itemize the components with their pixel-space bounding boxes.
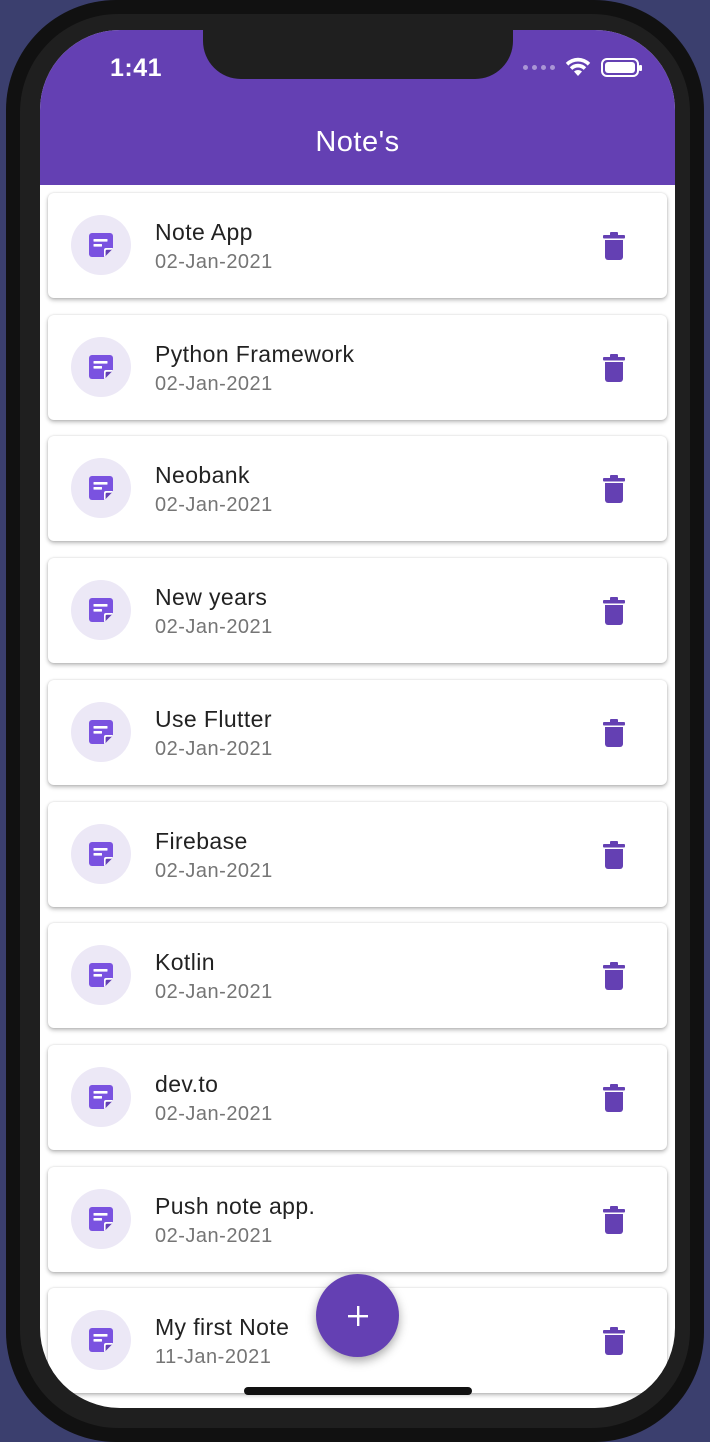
trash-icon <box>603 232 625 260</box>
sticky-note-icon <box>89 233 113 257</box>
sticky-note-icon <box>89 1084 113 1109</box>
note-date: 02-Jan-2021 <box>155 616 273 639</box>
note-card[interactable]: Use Flutter 02-Jan-2021 <box>48 679 667 785</box>
note-date: 02-Jan-2021 <box>155 494 273 517</box>
note-card[interactable]: Firebase 02-Jan-2021 <box>48 801 667 907</box>
status-icons <box>523 57 642 77</box>
note-title: dev.to <box>155 1070 219 1097</box>
sticky-note-icon <box>89 1328 113 1353</box>
note-title: Firebase <box>155 827 248 854</box>
note-title: Python Framework <box>155 340 355 367</box>
delete-button[interactable] <box>600 1326 628 1356</box>
sticky-note-icon <box>89 476 113 501</box>
note-title: My first Note <box>155 1314 290 1341</box>
note-title: New years <box>155 584 268 611</box>
trash-icon <box>603 475 625 504</box>
delete-button[interactable] <box>600 1205 628 1235</box>
note-card[interactable]: Push note app. 02-Jan-2021 <box>48 1166 667 1272</box>
delete-button[interactable] <box>600 231 628 261</box>
note-avatar <box>71 1188 131 1249</box>
note-date: 02-Jan-2021 <box>155 981 273 1004</box>
delete-button[interactable] <box>600 353 628 383</box>
sticky-note-icon <box>89 963 113 988</box>
delete-button[interactable] <box>600 596 628 626</box>
note-date: 11-Jan-2021 <box>155 1346 272 1369</box>
note-card[interactable]: New years 02-Jan-2021 <box>48 558 667 664</box>
delete-button[interactable] <box>600 961 628 991</box>
note-avatar <box>71 1066 131 1127</box>
sticky-note-icon <box>89 598 113 623</box>
note-date: 02-Jan-2021 <box>155 1102 273 1125</box>
note-card[interactable]: dev.to 02-Jan-2021 <box>48 1044 667 1150</box>
sticky-note-icon <box>89 1206 113 1231</box>
note-date: 02-Jan-2021 <box>155 372 273 395</box>
trash-icon <box>603 1327 625 1356</box>
note-avatar <box>71 580 131 641</box>
home-indicator <box>244 1387 472 1395</box>
trash-icon <box>603 1083 625 1112</box>
delete-button[interactable] <box>600 474 628 504</box>
plus-icon <box>347 1305 368 1326</box>
note-avatar <box>71 458 131 519</box>
note-card[interactable]: Python Framework 02-Jan-2021 <box>48 314 667 420</box>
note-avatar <box>71 336 131 397</box>
wifi-icon <box>565 57 591 76</box>
sticky-note-icon <box>89 354 113 379</box>
delete-button[interactable] <box>600 1083 628 1113</box>
note-date: 02-Jan-2021 <box>155 859 273 882</box>
note-card[interactable]: Note App 02-Jan-2021 <box>48 193 667 298</box>
add-note-button[interactable] <box>316 1274 399 1357</box>
note-title: Note App <box>155 219 253 245</box>
trash-icon <box>603 353 625 382</box>
note-date: 02-Jan-2021 <box>155 1224 273 1247</box>
note-date: 02-Jan-2021 <box>155 251 273 273</box>
note-avatar <box>71 215 131 275</box>
note-avatar <box>71 823 131 884</box>
sticky-note-icon <box>89 719 113 744</box>
note-title: Kotlin <box>155 949 215 976</box>
device-notch <box>203 30 513 79</box>
note-card[interactable]: Neobank 02-Jan-2021 <box>48 436 667 542</box>
status-time: 1:41 <box>110 54 163 82</box>
trash-icon <box>603 597 625 626</box>
app-screen: 1:41 Note's Note App 02-Jan-2021 Python … <box>40 30 675 1408</box>
signal-icon <box>523 64 555 70</box>
trash-icon <box>603 962 625 991</box>
note-avatar <box>71 945 131 1006</box>
note-title: Push note app. <box>155 1192 316 1219</box>
note-avatar <box>71 701 131 762</box>
note-date: 02-Jan-2021 <box>155 737 273 760</box>
trash-icon <box>603 1205 625 1234</box>
trash-icon <box>603 718 625 747</box>
page-title: Note's <box>315 126 400 158</box>
trash-icon <box>603 840 625 869</box>
note-title: Neobank <box>155 462 250 489</box>
note-avatar <box>71 1310 131 1371</box>
delete-button[interactable] <box>600 840 628 870</box>
delete-button[interactable] <box>600 718 628 748</box>
battery-icon <box>601 57 642 77</box>
note-card[interactable]: Kotlin 02-Jan-2021 <box>48 923 667 1029</box>
sticky-note-icon <box>89 841 113 866</box>
note-title: Use Flutter <box>155 705 272 732</box>
